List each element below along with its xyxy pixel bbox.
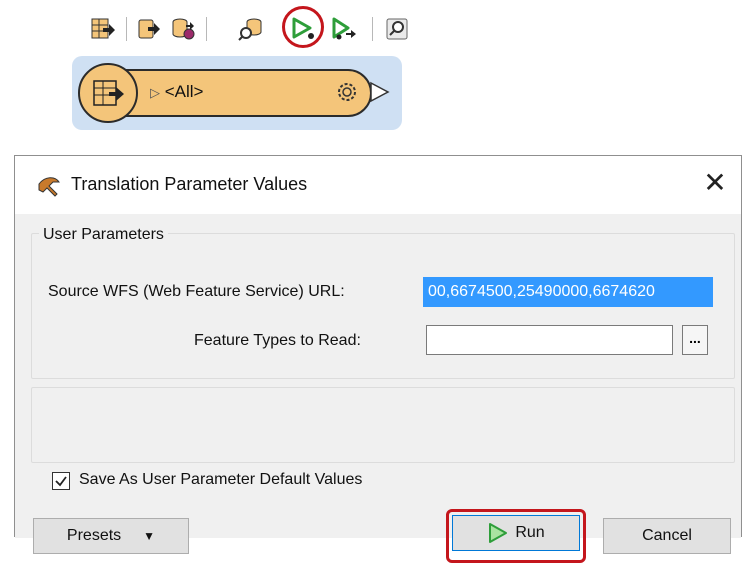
feature-types-label: Feature Types to Read: [194, 332, 361, 349]
save-defaults-label: Save As User Parameter Default Values [79, 471, 363, 488]
run-button-highlight [446, 509, 586, 563]
add-reader-icon[interactable] [88, 14, 118, 44]
save-defaults-checkbox[interactable] [52, 472, 70, 490]
user-parameters-title: User Parameters [39, 226, 168, 244]
add-writer-icon[interactable] [134, 14, 164, 44]
feature-types-input[interactable] [426, 325, 673, 355]
close-icon[interactable]: ✕ [699, 166, 731, 198]
reader-table-icon [78, 63, 138, 123]
save-defaults-group [31, 387, 735, 463]
dialog-title: Translation Parameter Values [71, 174, 308, 194]
presets-label: Presets [66, 527, 122, 544]
run-toolbar-highlight [282, 6, 324, 48]
presets-button[interactable]: Presets ▼ [33, 518, 189, 554]
cancel-button[interactable]: Cancel [603, 518, 731, 554]
feature-types-browse-button[interactable]: ... [682, 325, 708, 355]
fme-app-icon [37, 174, 61, 198]
source-url-input[interactable]: 00,6674500,25490000,6674620 [423, 277, 713, 307]
run-to-this-icon[interactable] [330, 14, 360, 44]
checkmark-icon [55, 476, 67, 487]
search-features-icon[interactable] [236, 14, 266, 44]
gear-icon[interactable] [334, 79, 360, 105]
dialog-body: User Parameters Source WFS (Web Feature … [15, 214, 741, 563]
translation-parameters-dialog: Translation Parameter Values ✕ User Para… [14, 155, 742, 563]
inspect-icon[interactable] [382, 14, 412, 44]
output-port-icon[interactable] [368, 80, 392, 109]
dropdown-arrow-icon: ▼ [143, 529, 156, 543]
add-writer-alt-icon[interactable] [168, 14, 198, 44]
dialog-titlebar: Translation Parameter Values ✕ [15, 156, 741, 214]
reader-node-label: ▷ <All> [150, 82, 204, 101]
source-url-label: Source WFS (Web Feature Service) URL: [48, 283, 345, 300]
expand-triangle-icon[interactable]: ▷ [150, 85, 160, 100]
